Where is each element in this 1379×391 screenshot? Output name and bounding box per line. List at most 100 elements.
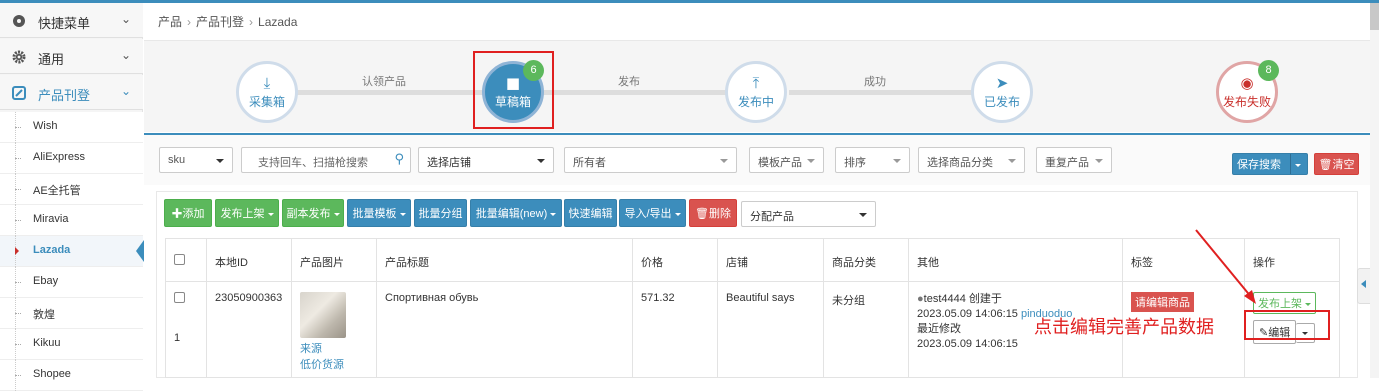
- sidebar-item-ebay[interactable]: Ebay: [0, 267, 143, 298]
- plus-icon: ✚: [171, 208, 183, 220]
- select-all-cell: [165, 238, 207, 282]
- sku-select[interactable]: sku: [159, 147, 233, 173]
- add-button[interactable]: ✚添加: [164, 199, 212, 227]
- sidebar-item-wish[interactable]: Wish: [0, 112, 143, 143]
- sidebar-item-kikuu[interactable]: Kikuu: [0, 329, 143, 360]
- menu-quick[interactable]: 快捷菜单 ⌄: [0, 3, 143, 38]
- sidebar: 快捷菜单 ⌄ 通用 ⌄ 产品刊登 ⌄ Wish AliExpress AE全托管…: [0, 3, 144, 391]
- title-cell: Спортивная обувь: [376, 281, 633, 378]
- search-icon[interactable]: ⚲: [394, 152, 404, 167]
- menu-product-listing[interactable]: 产品刊登 ⌄: [0, 75, 143, 110]
- step-publishing[interactable]: ⤒ 发布中: [725, 61, 787, 123]
- sidebar-item-dhgate[interactable]: 敦煌: [0, 298, 143, 329]
- highlight-box: [473, 51, 554, 129]
- sidebar-item-label: Ebay: [33, 275, 59, 287]
- step-label: 发布失败: [1222, 94, 1271, 109]
- breadcrumb: 产品 › 产品刊登 › Lazada: [158, 15, 298, 29]
- batch-edit-new-button[interactable]: 批量编辑(new): [470, 199, 562, 227]
- eye-slash-icon: ◉: [1240, 73, 1254, 92]
- shop-cell: Beautiful says: [717, 281, 824, 378]
- sidebar-item-label: AE全托管: [33, 185, 81, 197]
- step-connector: [789, 90, 977, 95]
- step-collect-box[interactable]: ⤓ 采集箱: [236, 61, 298, 123]
- step-published[interactable]: ➤ 已发布: [971, 61, 1033, 123]
- save-search-button[interactable]: 保存搜索: [1232, 153, 1308, 175]
- col-shop: 店铺: [717, 238, 824, 282]
- sort-select[interactable]: 排序: [835, 147, 910, 173]
- trash-icon: 🗑: [695, 208, 709, 220]
- col-other: 其他: [908, 238, 1123, 282]
- active-indicator: [136, 240, 144, 262]
- download-icon: ⤓: [263, 73, 271, 92]
- breadcrumb-item: Lazada: [258, 15, 298, 29]
- connector-label: 成功: [864, 76, 886, 88]
- batch-group-button[interactable]: 批量分组: [414, 199, 467, 227]
- sidebar-item-label: Wish: [33, 120, 58, 132]
- assign-product-select[interactable]: 分配产品: [741, 201, 876, 227]
- col-title: 产品标题: [376, 238, 633, 282]
- sidebar-item-ae-managed[interactable]: AE全托管: [0, 174, 143, 205]
- workflow-steps: 认领产品 发布 成功 ⤓ 采集箱 ■ 草稿箱 6 ⤒ 发布中 ➤ 已发布 ◉ 发…: [144, 40, 1379, 132]
- sidebar-item-label: AliExpress: [33, 151, 85, 163]
- select-all-checkbox[interactable]: [174, 254, 185, 265]
- scrollbar-thumb[interactable]: [1370, 3, 1379, 30]
- connector-label: 认领产品: [362, 76, 406, 88]
- chevron-down-icon: ⌄: [121, 48, 132, 62]
- image-cell: 来源 低价货源: [291, 281, 377, 378]
- sidebar-item-aliexpress[interactable]: AliExpress: [0, 143, 143, 174]
- product-thumbnail[interactable]: [300, 292, 346, 338]
- shop-select[interactable]: 选择店铺: [418, 147, 554, 173]
- scrollbar[interactable]: [1370, 3, 1379, 378]
- sidebar-item-label: Miravia: [33, 213, 69, 225]
- source-link[interactable]: 来源: [300, 340, 368, 356]
- table-header-row: 本地ID 产品图片 产品标题 价格 店铺 商品分类 其他 标签 操作: [165, 238, 1340, 282]
- step-connector: [296, 90, 484, 95]
- clear-button[interactable]: 🗑清空: [1314, 153, 1359, 175]
- annotation-text: 点击编辑完善产品数据: [1034, 317, 1214, 337]
- menu-label: 快捷菜单: [38, 16, 91, 31]
- created-time: 2023.05.09 14:06:15: [917, 308, 1018, 320]
- arrow-annotation: [1195, 229, 1256, 304]
- search-input[interactable]: 支持回车、扫描枪搜索 ⚲: [241, 147, 411, 173]
- dashboard-icon: [13, 15, 25, 27]
- menu-general[interactable]: 通用 ⌄: [0, 39, 143, 74]
- menu-label: 通用: [38, 52, 65, 67]
- chevron-down-icon: ⌄: [121, 84, 132, 98]
- supplier-link[interactable]: 低价货源: [300, 356, 368, 372]
- product-list-panel: ✚添加 发布上架 副本发布 批量模板 批量分组 批量编辑(new) 快速编辑 导…: [156, 191, 1358, 378]
- category-select[interactable]: 选择商品分类: [918, 147, 1025, 173]
- breadcrumb-item[interactable]: 产品: [158, 15, 182, 29]
- upload-icon: ⤒: [752, 73, 760, 92]
- template-select[interactable]: 模板产品: [749, 147, 824, 173]
- col-price: 价格: [632, 238, 718, 282]
- sidebar-item-lazada[interactable]: Lazada: [0, 236, 144, 267]
- publish-listing-button[interactable]: 发布上架: [215, 199, 279, 227]
- delete-button[interactable]: 🗑删除: [689, 199, 737, 227]
- duplicate-select[interactable]: 重复产品: [1036, 147, 1112, 173]
- sidebar-item-label: 敦煌: [33, 309, 55, 321]
- sidebar-item-shopee[interactable]: Shopee: [0, 360, 143, 391]
- side-panel-toggle[interactable]: [1357, 268, 1371, 304]
- send-icon: ➤: [995, 73, 1009, 92]
- copy-publish-button[interactable]: 副本发布: [282, 199, 344, 227]
- row-checkbox[interactable]: [174, 292, 185, 303]
- col-category: 商品分类: [823, 238, 909, 282]
- owner-select[interactable]: 所有者: [564, 147, 737, 173]
- row-index: 1: [174, 332, 181, 344]
- product-table: 本地ID 产品图片 产品标题 价格 店铺 商品分类 其他 标签 操作 1 230…: [165, 238, 1340, 378]
- step-label: 采集箱: [248, 94, 285, 109]
- sidebar-item-label: Kikuu: [33, 337, 61, 349]
- connector-label: 发布: [618, 76, 640, 88]
- breadcrumb-item[interactable]: 产品刊登: [196, 15, 244, 29]
- import-export-button[interactable]: 导入/导出: [619, 199, 686, 227]
- category-cell: 未分组: [823, 281, 909, 378]
- step-label: 已发布: [983, 94, 1020, 109]
- row-select-cell: 1: [165, 281, 207, 378]
- price-cell: 571.32: [632, 281, 718, 378]
- trash-icon: 🗑: [1318, 159, 1333, 171]
- quick-edit-button[interactable]: 快速编辑: [564, 199, 617, 227]
- sidebar-item-miravia[interactable]: Miravia: [0, 205, 143, 236]
- batch-template-button[interactable]: 批量模板: [347, 199, 411, 227]
- created-label: 创建于: [968, 293, 1002, 305]
- chevron-left-icon: [1361, 280, 1366, 288]
